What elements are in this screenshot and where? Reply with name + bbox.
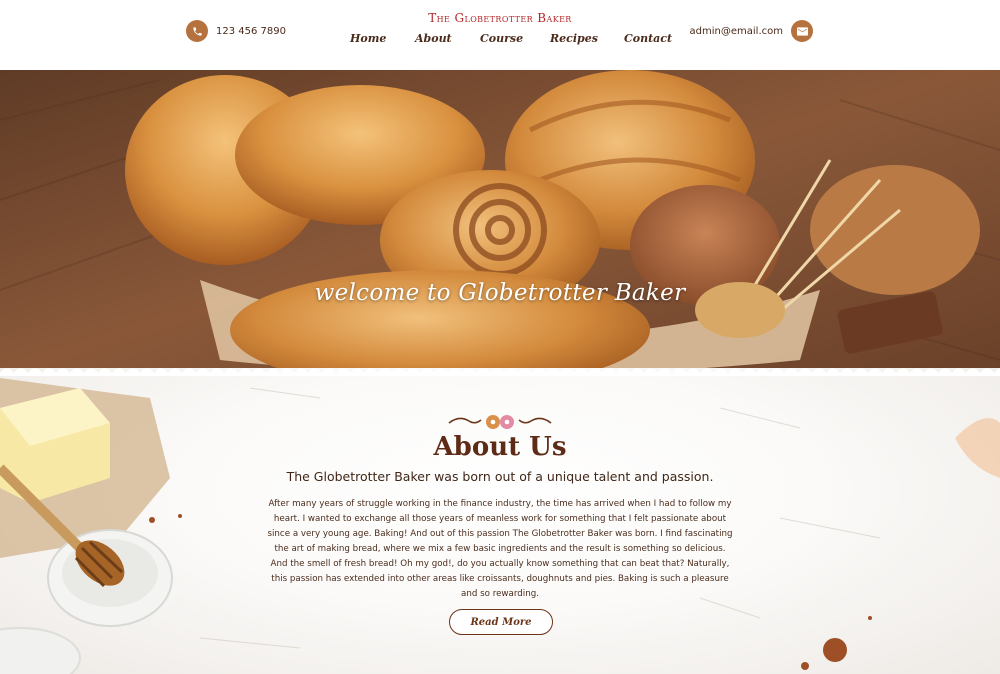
nav-home[interactable]: Home bbox=[350, 32, 415, 45]
phone-number: 123 456 7890 bbox=[216, 25, 286, 37]
email-address: admin@email.com bbox=[689, 25, 783, 37]
donut-ornament-icon bbox=[448, 415, 552, 429]
pastries-photo bbox=[0, 60, 1000, 372]
about-title: About Us bbox=[433, 432, 567, 462]
email-contact[interactable]: admin@email.com bbox=[690, 20, 813, 42]
scallop-divider-bottom bbox=[0, 362, 1000, 376]
brand-logo-text[interactable]: The Globetrotter Baker bbox=[0, 11, 1000, 25]
scallop-divider-top bbox=[0, 56, 1000, 70]
nav-recipes[interactable]: Recipes bbox=[550, 32, 624, 45]
hero-banner: welcome to Globetrotter Baker bbox=[0, 60, 1000, 372]
main-nav: Home About Course Recipes Contact bbox=[350, 32, 672, 45]
read-more-button[interactable]: Read More bbox=[449, 609, 553, 635]
about-subtitle: The Globetrotter Baker was born out of a… bbox=[286, 469, 714, 484]
nav-contact[interactable]: Contact bbox=[624, 32, 672, 45]
nav-course[interactable]: Course bbox=[480, 32, 550, 45]
about-body-text: After many years of struggle working in … bbox=[267, 499, 733, 599]
envelope-icon bbox=[791, 20, 813, 42]
hero-title: welcome to Globetrotter Baker bbox=[314, 280, 686, 306]
nav-about[interactable]: About bbox=[415, 32, 480, 45]
about-section: About Us The Globetrotter Baker was born… bbox=[0, 368, 1000, 674]
